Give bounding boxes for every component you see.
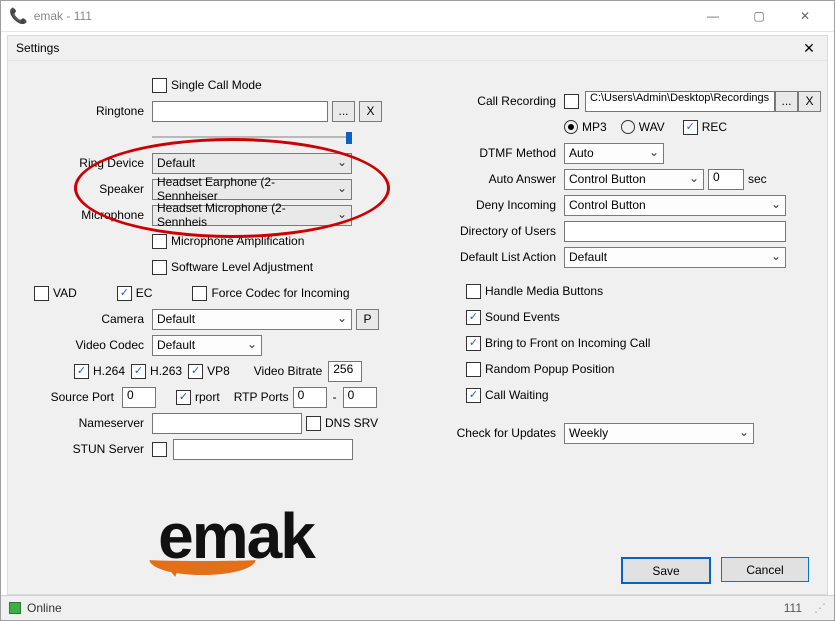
rtp-to-input[interactable]: 0 [343,387,377,408]
ringtone-label: Ringtone [14,104,152,118]
call-recording-checkbox[interactable] [564,94,579,109]
close-window-button[interactable]: ✕ [782,1,828,31]
auto-answer-sec-label: sec [748,172,767,186]
microphone-label: Microphone [14,208,152,222]
minimize-button[interactable]: — [690,1,736,31]
status-grip-icon: ⋰ [814,601,826,615]
bring-to-front-checkbox[interactable]: ✓Bring to Front on Incoming Call [466,336,650,351]
video-bitrate-input[interactable]: 256 [328,361,362,382]
auto-answer-sec-input[interactable]: 0 [708,169,744,190]
microphone-select[interactable]: Headset Microphone (2- Sennheis [152,205,352,226]
dialog-buttons: Save Cancel [621,557,809,584]
check-updates-select[interactable]: Weekly [564,423,754,444]
deny-incoming-label: Deny Incoming [426,198,564,212]
video-codec-select[interactable]: Default [152,335,262,356]
dtmf-method-select[interactable]: Auto [564,143,664,164]
video-bitrate-label: Video Bitrate [254,364,323,378]
ec-checkbox[interactable]: ✓EC [117,286,153,301]
default-list-action-label: Default List Action [426,250,564,264]
titlebar: 📞 emak - 111 — ▢ ✕ [1,1,834,32]
maximize-button[interactable]: ▢ [736,1,782,31]
settings-header: Settings ✕ [8,36,827,61]
status-text: Online [27,601,62,615]
camera-label: Camera [14,312,152,326]
save-button[interactable]: Save [621,557,711,584]
rtp-ports-label: RTP Ports [234,390,289,404]
source-port-label: Source Port [14,390,122,404]
mic-amplification-checkbox[interactable]: Microphone Amplification [152,234,304,249]
status-bar: Online 111 ⋰ [1,595,834,620]
speaker-label: Speaker [14,182,152,196]
ringtone-browse-button[interactable]: ... [332,101,355,122]
h264-checkbox[interactable]: ✓H.264 [74,364,125,379]
h263-checkbox[interactable]: ✓H.263 [131,364,182,379]
call-waiting-checkbox[interactable]: ✓Call Waiting [466,388,549,403]
directory-users-label: Directory of Users [426,224,564,238]
directory-users-input[interactable] [564,221,786,242]
rport-checkbox[interactable]: ✓rport [176,390,220,405]
handle-media-checkbox[interactable]: Handle Media Buttons [466,284,603,299]
stun-server-label: STUN Server [14,442,152,456]
force-codec-checkbox[interactable]: Force Codec for Incoming [192,286,349,301]
right-column: Call Recording C:\Users\Admin\Desktop\Re… [426,71,821,463]
dns-srv-checkbox[interactable]: DNS SRV [306,416,378,431]
logo: emak [101,491,371,581]
rtp-dash: - [327,390,343,404]
stun-server-checkbox[interactable] [152,442,167,457]
rec-checkbox[interactable]: ✓REC [683,120,727,135]
vad-checkbox[interactable]: VAD [34,286,77,301]
sound-events-checkbox[interactable]: ✓Sound Events [466,310,560,325]
source-port-input[interactable]: 0 [122,387,156,408]
default-list-action-select[interactable]: Default [564,247,786,268]
speaker-select[interactable]: Headset Earphone (2- Sennheiser [152,179,352,200]
left-column: Single Call Mode Ringtone ... X [14,71,396,463]
camera-preview-button[interactable]: P [356,309,379,330]
auto-answer-select[interactable]: Control Button [564,169,704,190]
ringtone-clear-button[interactable]: X [359,101,382,122]
ring-device-select[interactable]: Default [152,153,352,174]
status-led-icon [9,602,21,614]
auto-answer-label: Auto Answer [426,172,564,186]
software-level-checkbox[interactable]: Software Level Adjustment [152,260,313,275]
dtmf-method-label: DTMF Method [426,146,564,160]
mp3-radio[interactable]: MP3 [564,120,607,134]
ringtone-volume-slider[interactable] [152,129,352,145]
stun-server-input[interactable] [173,439,353,460]
app-window: 📞 emak - 111 — ▢ ✕ Settings ✕ Single Cal… [0,0,835,621]
wav-radio[interactable]: WAV [621,120,665,134]
cancel-button[interactable]: Cancel [721,557,809,582]
recording-clear-button[interactable]: X [798,91,821,112]
recording-browse-button[interactable]: ... [775,91,798,112]
call-recording-label: Call Recording [426,94,564,108]
app-icon: 📞 [9,7,28,25]
settings-title: Settings [16,41,799,55]
random-popup-checkbox[interactable]: Random Popup Position [466,362,614,377]
window-title: emak - 111 [34,9,690,23]
call-recording-path[interactable]: C:\Users\Admin\Desktop\Recordings [585,91,775,112]
check-updates-label: Check for Updates [426,426,564,440]
rtp-from-input[interactable]: 0 [293,387,327,408]
ring-device-label: Ring Device [14,156,152,170]
status-extension: 111 [784,601,802,615]
video-codec-label: Video Codec [14,338,152,352]
nameserver-input[interactable] [152,413,302,434]
single-call-mode-checkbox[interactable]: Single Call Mode [152,78,262,93]
camera-select[interactable]: Default [152,309,352,330]
ringtone-input[interactable] [152,101,328,122]
nameserver-label: Nameserver [14,416,152,430]
vp8-checkbox[interactable]: ✓VP8 [188,364,230,379]
close-icon[interactable]: ✕ [799,40,819,57]
deny-incoming-select[interactable]: Control Button [564,195,786,216]
